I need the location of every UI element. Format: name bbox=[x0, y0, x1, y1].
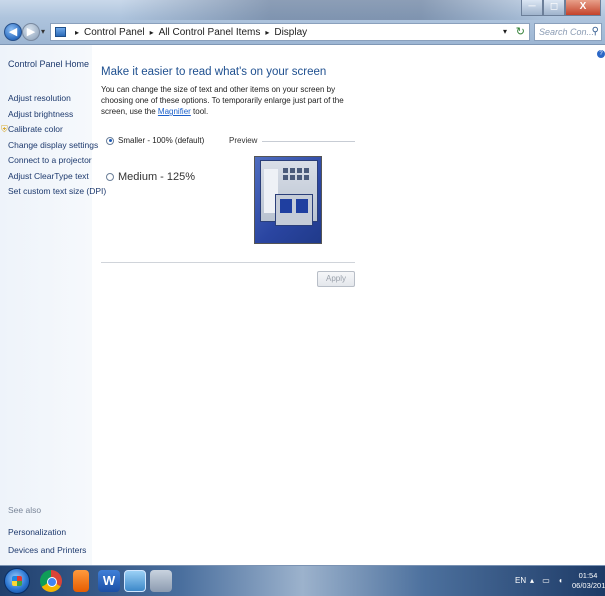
paint-icon[interactable] bbox=[150, 570, 172, 592]
breadcrumb-separator-icon: ▸ bbox=[75, 27, 80, 37]
preview-inner-window bbox=[275, 194, 313, 226]
sidebar-item-calibrate-color[interactable]: Calibrate color bbox=[8, 124, 63, 134]
back-button[interactable]: ◀ bbox=[4, 23, 22, 41]
content-divider bbox=[101, 262, 355, 263]
preview-divider bbox=[262, 141, 355, 142]
see-also-list: Personalization Devices and Printers bbox=[8, 523, 86, 559]
preview-window bbox=[260, 160, 318, 226]
forward-button[interactable]: ▶ bbox=[22, 23, 40, 41]
search-input[interactable]: Search Con... ⚲ bbox=[534, 23, 602, 41]
preview-tiles bbox=[283, 168, 309, 180]
refresh-icon[interactable]: ↻ bbox=[516, 25, 525, 38]
sidebar-item-adjust-brightness[interactable]: Adjust brightness bbox=[8, 107, 106, 123]
magnifier-link[interactable]: Magnifier bbox=[158, 107, 191, 116]
vlc-icon[interactable] bbox=[73, 570, 89, 592]
sidebar-item-change-display-settings[interactable]: Change display settings bbox=[8, 138, 106, 154]
option-smaller[interactable]: Smaller - 100% (default) bbox=[106, 136, 204, 145]
sidebar-item-calibrate-color-row: ⛨ Calibrate color bbox=[1, 122, 106, 138]
breadcrumb-separator-icon: ▸ bbox=[149, 27, 154, 37]
clock-time: 01:54 bbox=[578, 571, 598, 580]
sidebar-item-adjust-cleartype[interactable]: Adjust ClearType text bbox=[8, 169, 106, 185]
help-icon[interactable]: ? bbox=[597, 50, 605, 58]
option-medium-label: Medium - 125% bbox=[118, 171, 196, 183]
maximize-button[interactable]: ◻ bbox=[543, 0, 565, 16]
see-also-personalization[interactable]: Personalization bbox=[8, 523, 86, 541]
sidebar-item-adjust-resolution[interactable]: Adjust resolution bbox=[8, 91, 106, 107]
window-title-bar: ─ ◻ X ◀ ▶ ▾ ▸ Control Panel ▸ All Contro… bbox=[0, 0, 605, 45]
address-bar[interactable]: ▸ Control Panel ▸ All Control Panel Item… bbox=[50, 23, 530, 41]
title-bar-glass bbox=[120, 0, 550, 20]
sidebar-task-list: Adjust resolution Adjust brightness ⛨ Ca… bbox=[1, 91, 106, 200]
radio-medium[interactable] bbox=[106, 173, 114, 181]
sidebar-item-custom-text-size[interactable]: Set custom text size (DPI) bbox=[8, 184, 106, 200]
preview-image bbox=[254, 156, 322, 244]
start-button[interactable] bbox=[4, 568, 30, 594]
chrome-icon[interactable] bbox=[40, 570, 62, 592]
sidebar: Control Panel Home Adjust resolution Adj… bbox=[0, 45, 106, 565]
preview-label: Preview bbox=[229, 136, 258, 145]
sidebar-item-control-panel-home[interactable]: Control Panel Home bbox=[8, 59, 89, 69]
window-controls: ─ ◻ X bbox=[521, 0, 601, 16]
option-medium[interactable]: Medium - 125% bbox=[106, 171, 195, 183]
see-also-devices-printers[interactable]: Devices and Printers bbox=[8, 541, 86, 559]
description-text-end: tool. bbox=[190, 107, 209, 116]
description-text: You can change the size of text and othe… bbox=[101, 85, 344, 116]
breadcrumb-all-items[interactable]: All Control Panel Items bbox=[159, 27, 261, 38]
control-panel-icon bbox=[55, 27, 66, 37]
control-panel-taskbar-icon[interactable] bbox=[124, 570, 146, 592]
minimize-button[interactable]: ─ bbox=[521, 0, 543, 16]
taskbar-clock[interactable]: 01:54 06/03/2016 bbox=[572, 571, 605, 591]
apply-button[interactable]: Apply bbox=[317, 271, 355, 287]
breadcrumb-control-panel[interactable]: Control Panel bbox=[84, 27, 145, 38]
breadcrumb-display[interactable]: Display bbox=[274, 27, 307, 38]
address-dropdown-icon[interactable]: ▾ bbox=[503, 27, 507, 36]
breadcrumb-separator-icon: ▸ bbox=[265, 27, 270, 37]
radio-smaller[interactable] bbox=[106, 136, 114, 145]
option-smaller-label: Smaller - 100% (default) bbox=[118, 136, 205, 145]
clock-date: 06/03/2016 bbox=[572, 581, 605, 590]
shield-icon: ⛨ bbox=[1, 124, 8, 134]
search-icon[interactable]: ⚲ bbox=[592, 26, 599, 37]
recent-pages-dropdown-icon[interactable]: ▾ bbox=[41, 27, 45, 36]
page-description: You can change the size of text and othe… bbox=[101, 84, 361, 117]
word-icon[interactable]: W bbox=[98, 570, 120, 592]
see-also-label: See also bbox=[8, 505, 42, 515]
search-placeholder: Search Con... bbox=[539, 27, 595, 37]
taskbar: W EN ▴ ▭ ◖ 01:54 06/03/2016 bbox=[0, 565, 605, 596]
system-tray-icons[interactable]: ▴ ▭ ◖ bbox=[530, 576, 566, 585]
language-indicator[interactable]: EN bbox=[515, 576, 526, 585]
page-title: Make it easier to read what's on your sc… bbox=[101, 66, 327, 78]
sidebar-item-connect-projector[interactable]: Connect to a projector bbox=[8, 153, 106, 169]
close-button[interactable]: X bbox=[565, 0, 601, 16]
